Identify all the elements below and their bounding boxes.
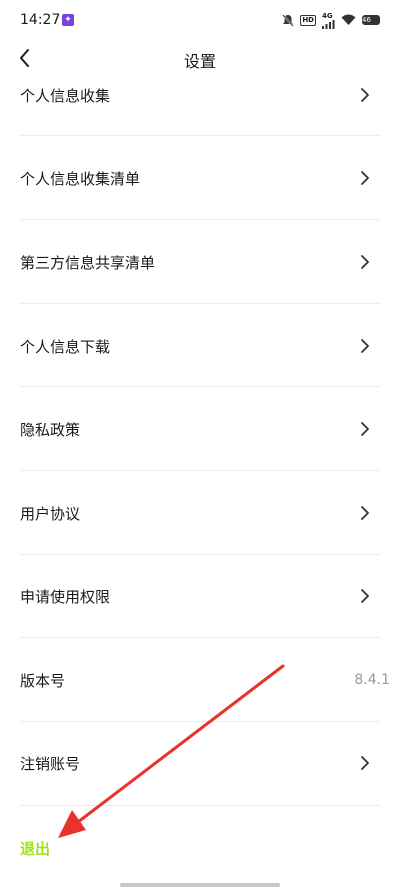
row-divider xyxy=(20,470,380,471)
settings-row-label: 申请使用权限 xyxy=(20,587,111,606)
status-indicators: HD 4G 46 xyxy=(282,11,380,29)
settings-row-label: 用户协议 xyxy=(20,504,81,523)
settings-row-label: 个人信息收集 xyxy=(20,86,111,105)
hd-badge: HD xyxy=(300,14,316,26)
chevron-right-icon xyxy=(358,504,372,522)
status-time: 14:27 xyxy=(20,12,61,28)
chevron-right-icon xyxy=(358,420,372,438)
app-notification-icon: ✦ xyxy=(62,14,74,26)
nav-bar: 设置 xyxy=(0,40,400,76)
battery-icon: 46 xyxy=(362,15,380,25)
annotation-arrow-head xyxy=(58,810,86,838)
chevron-right-icon xyxy=(358,587,372,605)
settings-row[interactable]: 第三方信息共享清单 xyxy=(20,242,380,282)
page-title: 设置 xyxy=(183,52,216,71)
settings-row-label: 注销账号 xyxy=(20,754,81,773)
mute-bell-icon xyxy=(282,13,295,27)
settings-row[interactable]: 个人信息收集 xyxy=(20,75,380,115)
settings-row-label: 版本号 xyxy=(20,671,66,690)
wifi-icon xyxy=(341,14,356,26)
settings-row[interactable]: 个人信息下载 xyxy=(20,326,380,366)
settings-row-label: 个人信息收集清单 xyxy=(20,169,141,188)
home-indicator[interactable] xyxy=(120,883,280,887)
back-button[interactable] xyxy=(12,44,40,72)
settings-row[interactable]: 注销账号 xyxy=(20,743,380,783)
chevron-right-icon xyxy=(358,337,372,355)
settings-row[interactable]: 申请使用权限 xyxy=(20,576,380,616)
row-divider xyxy=(20,303,380,304)
settings-row: 版本号 8.4.1 xyxy=(20,660,390,700)
settings-row-label: 个人信息下载 xyxy=(20,337,111,356)
network-type-label: 4G xyxy=(322,11,333,20)
chevron-right-icon xyxy=(358,754,372,772)
settings-row-label: 第三方信息共享清单 xyxy=(20,253,156,272)
row-divider xyxy=(20,721,380,722)
chevron-right-icon xyxy=(358,169,372,187)
settings-row[interactable]: 隐私政策 xyxy=(20,409,380,449)
row-divider xyxy=(20,805,380,806)
row-divider xyxy=(20,554,380,555)
chevron-left-icon xyxy=(20,49,29,67)
row-divider xyxy=(20,637,380,638)
row-divider xyxy=(20,135,380,136)
chevron-right-icon xyxy=(358,86,372,104)
row-divider xyxy=(20,219,380,220)
version-value: 8.4.1 xyxy=(354,672,390,688)
signal-icon: 4G xyxy=(322,12,335,29)
logout-button[interactable]: 退出 xyxy=(20,838,50,859)
chevron-right-icon xyxy=(358,253,372,271)
settings-row-label: 隐私政策 xyxy=(20,420,81,439)
status-bar: 14:27 ✦ HD 4G 46 xyxy=(0,0,400,40)
settings-row[interactable]: 个人信息收集清单 xyxy=(20,158,380,198)
row-divider xyxy=(20,386,380,387)
settings-row[interactable]: 用户协议 xyxy=(20,493,380,533)
